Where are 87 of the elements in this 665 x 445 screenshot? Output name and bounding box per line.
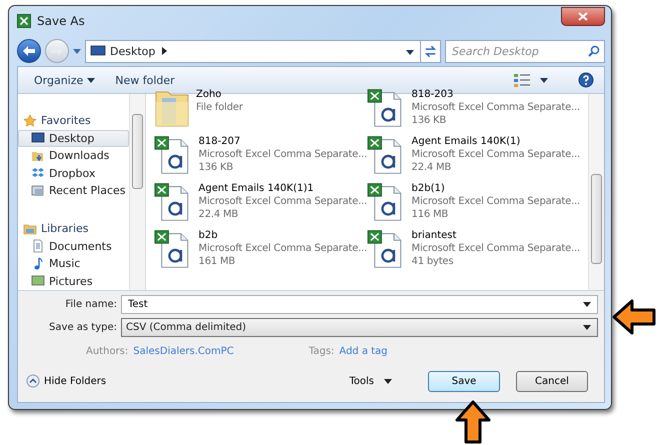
sidebar-group[interactable]: Favorites xyxy=(18,112,129,130)
sidebar-item[interactable]: Dropbox xyxy=(18,164,129,182)
file-name: Agent Emails 140K(1) xyxy=(412,135,522,148)
pointer-arrow xyxy=(455,400,491,444)
caret-icon xyxy=(384,378,392,384)
caret-icon xyxy=(540,78,548,82)
field-label: Authors: xyxy=(86,346,128,356)
spreadsheet-app-icon xyxy=(17,14,31,28)
address-bar[interactable]: Desktop xyxy=(85,40,441,62)
file-type: File folder xyxy=(196,101,243,114)
pointer-arrow xyxy=(612,299,656,335)
file-item[interactable]: Zoho File folder xyxy=(154,86,367,133)
caret-icon xyxy=(87,78,96,82)
file-type: Microsoft Excel Comma Separate... xyxy=(412,242,580,255)
save-button[interactable]: Save xyxy=(428,370,500,392)
file-name: b2b(1) xyxy=(412,182,446,195)
address-text: Desktop xyxy=(110,44,156,58)
document-icon xyxy=(31,239,45,254)
window-title: Save As xyxy=(37,14,86,28)
tools-button[interactable]: Tools xyxy=(343,374,398,388)
close-icon xyxy=(578,12,588,20)
file-size: 41 bytes xyxy=(412,255,454,268)
scrollbar[interactable] xyxy=(129,94,145,290)
file-name: Zoho xyxy=(196,88,222,101)
chevron-icon xyxy=(162,47,168,55)
collapse-icon xyxy=(26,374,40,388)
back-button[interactable] xyxy=(17,39,41,63)
file-item[interactable]: briantest Microsoft Excel Comma Separate... 41 bytes xyxy=(367,227,580,274)
caret-icon xyxy=(583,324,591,330)
file-size: 116 MB xyxy=(412,208,450,221)
back-arrow-icon xyxy=(22,45,36,57)
field-label: Tags: xyxy=(308,346,334,356)
cancel-button[interactable]: Cancel xyxy=(516,370,588,392)
file-item[interactable]: b2b Microsoft Excel Comma Separate... 161 MB xyxy=(154,227,367,274)
file-type: Microsoft Excel Comma Separate... xyxy=(412,148,580,161)
file-name: b2b xyxy=(198,229,219,242)
monitor-icon xyxy=(90,45,106,57)
file-type-dropdown[interactable]: CSV (Comma delimited) xyxy=(121,318,598,336)
sidebar-item[interactable]: Pictures xyxy=(18,272,129,290)
file-type: Microsoft Excel Comma Separate... xyxy=(198,195,367,208)
file-item[interactable]: 818-203 Microsoft Excel Comma Separate... 136 KB xyxy=(367,86,580,133)
view-options-icon[interactable] xyxy=(514,73,532,87)
file-size: 22.4 MB xyxy=(198,208,240,221)
help-icon[interactable] xyxy=(578,72,594,88)
file-item[interactable]: b2b(1) Microsoft Excel Comma Separate... 116 MB xyxy=(367,180,580,227)
file-size: 22.4 MB xyxy=(412,161,452,174)
star-icon xyxy=(23,114,37,128)
caret-icon xyxy=(583,302,591,306)
close-button[interactable] xyxy=(561,6,605,26)
caret-icon xyxy=(406,50,414,54)
monitor-icon xyxy=(31,131,45,146)
field-label: Save as type: xyxy=(48,322,118,332)
recent-places-icon xyxy=(31,184,45,198)
picture-frame-icon xyxy=(31,274,45,288)
file-size: 136 KB xyxy=(412,114,448,127)
file-name: Agent Emails 140K(1)1 xyxy=(198,182,315,195)
file-name: briantest xyxy=(412,229,458,242)
file-name-field[interactable]: Test xyxy=(121,294,598,314)
sidebar-group[interactable]: Libraries xyxy=(18,220,129,238)
file-name-input[interactable]: Test xyxy=(126,298,583,310)
file-type: Microsoft Excel Comma Separate... xyxy=(412,101,580,114)
file-type: Microsoft Excel Comma Separate... xyxy=(412,195,580,208)
file-size: 136 KB xyxy=(198,161,234,174)
file-name: 818-207 xyxy=(198,135,242,148)
authors-link[interactable]: SalesDialers.ComPC xyxy=(133,346,234,356)
file-size: 161 MB xyxy=(198,255,236,268)
sidebar-item[interactable]: Recent Places xyxy=(18,182,129,200)
organize-button[interactable]: Organize xyxy=(28,72,102,88)
folder-icon xyxy=(23,222,37,236)
sidebar-item[interactable]: Downloads xyxy=(18,147,129,165)
sidebar-item[interactable]: Music xyxy=(18,254,129,272)
sidebar-item[interactable]: Desktop xyxy=(18,130,129,148)
scrollbar[interactable] xyxy=(588,94,604,290)
new-folder-button[interactable]: New folder xyxy=(109,72,181,88)
search-field[interactable]: Search Desktop xyxy=(445,40,605,62)
search-icon xyxy=(588,45,600,57)
file-item[interactable]: Agent Emails 140K(1) Microsoft Excel Comma Separate... 22.4 MB xyxy=(367,133,580,180)
file-type: Microsoft Excel Comma Separate... xyxy=(198,242,367,255)
field-label: File name: xyxy=(64,298,118,310)
file-item[interactable]: 818-207 Microsoft Excel Comma Separate... 136 KB xyxy=(154,133,367,180)
file-item[interactable]: Agent Emails 140K(1)1 Microsoft Excel Comma Separate... 22.4 MB xyxy=(154,180,367,227)
hide-folders-button[interactable]: Hide Folders xyxy=(26,374,106,388)
sidebar-item[interactable]: Documents xyxy=(18,237,129,255)
file-type: Microsoft Excel Comma Separate... xyxy=(198,148,367,161)
caret-icon xyxy=(73,48,81,54)
tags-link[interactable]: Add a tag xyxy=(339,346,388,356)
file-name: 818-203 xyxy=(412,88,454,101)
